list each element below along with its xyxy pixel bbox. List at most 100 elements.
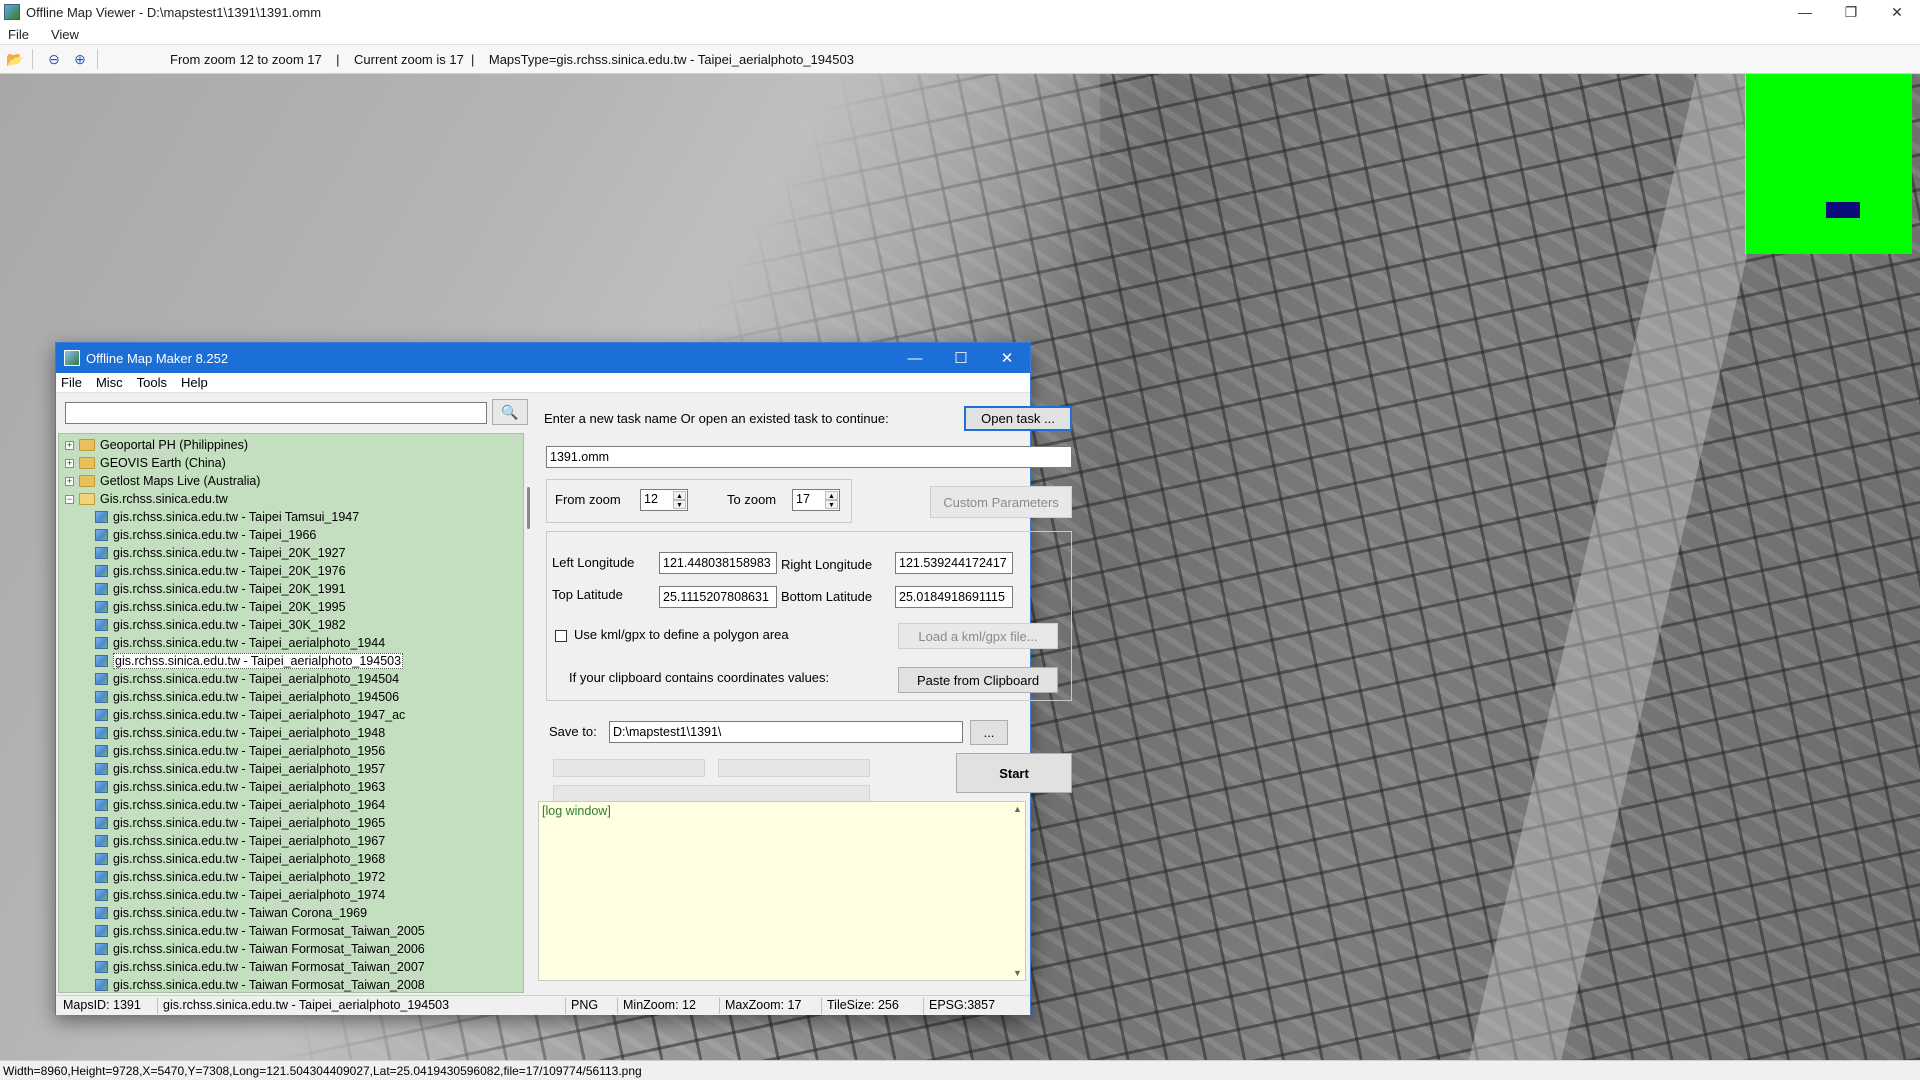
scroll-down-icon[interactable]: ▼ [1013,968,1022,978]
log-scrollbar[interactable]: ▲ ▼ [1011,802,1025,980]
tree-item[interactable]: gis.rchss.sinica.edu.tw - Taipei Tamsui_… [95,508,359,526]
tree-item[interactable]: gis.rchss.sinica.edu.tw - Taipei_aerialp… [95,670,399,688]
tree-folder-label: Geoportal PH (Philippines) [100,438,248,452]
search-input[interactable] [65,402,487,424]
map-layer-icon [95,889,108,901]
maximize-button[interactable]: ❐ [1828,0,1874,24]
map-layer-icon [95,781,108,793]
viewer-window-controls: — ❐ ✕ [1782,0,1920,24]
folder-open-icon[interactable]: 📂 [4,48,26,70]
custom-parameters-button[interactable]: Custom Parameters [930,486,1072,518]
dialog-close-button[interactable]: ✕ [984,343,1030,373]
map-layer-icon [95,691,108,703]
map-layer-icon [95,583,108,595]
tree-item[interactable]: gis.rchss.sinica.edu.tw - Taipei_1966 [95,526,316,544]
paste-from-clipboard-button[interactable]: Paste from Clipboard [898,667,1058,693]
tree-item[interactable]: gis.rchss.sinica.edu.tw - Taiwan Formosa… [95,940,425,958]
map-layer-icon [95,943,108,955]
left-longitude-input[interactable] [659,552,777,574]
tree-item[interactable]: gis.rchss.sinica.edu.tw - Taipei_aerialp… [95,760,385,778]
menu-view[interactable]: View [47,27,83,42]
tree-item[interactable]: gis.rchss.sinica.edu.tw - Taipei_aerialp… [95,814,385,832]
task-name-input[interactable] [546,446,1072,468]
tree-item[interactable]: gis.rchss.sinica.edu.tw - Taiwan Formosa… [95,958,425,976]
map-layer-icon [95,547,108,559]
tree-item[interactable]: gis.rchss.sinica.edu.tw - Taiwan Formosa… [95,922,425,940]
spin-down-icon[interactable]: ▼ [673,500,686,509]
tree-item[interactable]: gis.rchss.sinica.edu.tw - Taipei_20K_199… [95,580,346,598]
from-zoom-spinner[interactable]: 12 ▲ ▼ [640,489,688,511]
tree-item[interactable]: gis.rchss.sinica.edu.tw - Taipei_aerialp… [95,778,385,796]
map-source-tree[interactable]: + Geoportal PH (Philippines) + GEOVIS Ea… [58,433,524,993]
use-kml-label[interactable]: Use kml/gpx to define a polygon area [574,627,789,642]
collapse-icon[interactable]: − [65,494,74,504]
browse-button[interactable]: ... [970,720,1008,745]
tree-item[interactable]: gis.rchss.sinica.edu.tw - Taipei_20K_197… [95,562,346,580]
dialog-menu-misc[interactable]: Misc [96,375,123,390]
folder-icon [79,475,95,487]
dialog-menu-file[interactable]: File [61,375,82,390]
load-kml-button[interactable]: Load a kml/gpx file... [898,623,1058,649]
spin-up-icon[interactable]: ▲ [673,491,686,500]
tree-item[interactable]: gis.rchss.sinica.edu.tw - Taipei_20K_199… [95,598,346,616]
tree-item[interactable]: gis.rchss.sinica.edu.tw - Taipei_aerialp… [95,832,385,850]
viewer-title: Offline Map Viewer - D:\mapstest1\1391\1… [26,4,322,20]
tree-item[interactable]: gis.rchss.sinica.edu.tw - Taipei_aerialp… [95,886,385,904]
tree-item[interactable]: gis.rchss.sinica.edu.tw - Taipei_aerialp… [95,796,385,814]
tree-scrollbar-thumb[interactable] [527,487,530,529]
dialog-titlebar[interactable]: Offline Map Maker 8.252 — ☐ ✕ [56,343,1030,373]
tree-folder-gis-rchss[interactable]: − Gis.rchss.sinica.edu.tw [65,490,228,508]
viewer-statusbar: Width=8960,Height=9728,X=5470,Y=7308,Lon… [0,1060,1920,1080]
tree-item[interactable]: gis.rchss.sinica.edu.tw - Taipei_aerialp… [95,706,405,724]
use-kml-checkbox[interactable] [555,630,567,642]
tree-item[interactable]: gis.rchss.sinica.edu.tw - Taipei_20K_192… [95,544,346,562]
minimap[interactable] [1745,74,1912,254]
to-zoom-spinner[interactable]: 17 ▲ ▼ [792,489,840,511]
tree-item[interactable]: gis.rchss.sinica.edu.tw - Taipei_30K_198… [95,616,346,634]
expand-icon[interactable]: + [65,458,74,468]
tree-item[interactable]: gis.rchss.sinica.edu.tw - Taipei_aerialp… [95,742,385,760]
right-longitude-input[interactable] [895,552,1013,574]
tree-scrollbar[interactable] [526,433,532,993]
minimize-button[interactable]: — [1782,0,1828,24]
tree-folder-geovis-earth[interactable]: + GEOVIS Earth (China) [65,454,226,472]
open-task-button[interactable]: Open task ... [964,406,1072,431]
tree-item[interactable]: gis.rchss.sinica.edu.tw - Taipei_aerialp… [95,868,385,886]
minimap-viewport[interactable] [1826,202,1860,218]
tree-item-label: gis.rchss.sinica.edu.tw - Taipei_20K_192… [113,546,346,560]
dialog-menu-tools[interactable]: Tools [137,375,167,390]
dialog-maximize-button[interactable]: ☐ [938,343,984,373]
zoom-in-icon[interactable]: ⊕ [69,48,91,70]
expand-icon[interactable]: + [65,440,74,450]
tree-folder-getlost-maps[interactable]: + Getlost Maps Live (Australia) [65,472,260,490]
top-latitude-input[interactable] [659,586,777,608]
map-layer-icon [95,925,108,937]
bottom-latitude-input[interactable] [895,586,1013,608]
save-path-input[interactable] [609,721,963,743]
tree-item[interactable]: gis.rchss.sinica.edu.tw - Taiwan Formosa… [95,976,425,992]
spin-down-icon[interactable]: ▼ [825,500,838,509]
map-layer-icon [95,709,108,721]
scroll-up-icon[interactable]: ▲ [1013,804,1022,814]
tree-item-label: gis.rchss.sinica.edu.tw - Taipei_20K_197… [113,564,346,578]
tree-item[interactable]: gis.rchss.sinica.edu.tw - Taiwan Corona_… [95,904,367,922]
start-button[interactable]: Start [956,753,1072,793]
zoom-out-icon[interactable]: ⊖ [43,48,65,70]
map-layer-icon [95,601,108,613]
tree-item[interactable]: gis.rchss.sinica.edu.tw - Taipei_aerialp… [95,724,385,742]
spin-up-icon[interactable]: ▲ [825,491,838,500]
tree-item[interactable]: gis.rchss.sinica.edu.tw - Taipei_aerialp… [95,652,404,670]
tree-item[interactable]: gis.rchss.sinica.edu.tw - Taipei_aerialp… [95,634,385,652]
dialog-menu-help[interactable]: Help [181,375,208,390]
close-button[interactable]: ✕ [1874,0,1920,24]
search-button[interactable]: 🔍 [492,399,528,425]
expand-icon[interactable]: + [65,476,74,486]
tree-item[interactable]: gis.rchss.sinica.edu.tw - Taipei_aerialp… [95,688,399,706]
dialog-minimize-button[interactable]: — [892,343,938,373]
menu-file[interactable]: File [4,27,33,42]
log-window[interactable]: [log window] ▲ ▼ [538,801,1026,981]
tree-folder-geoportal-ph[interactable]: + Geoportal PH (Philippines) [65,436,248,454]
task-prompt-label: Enter a new task name Or open an existed… [544,411,889,426]
tree-item[interactable]: gis.rchss.sinica.edu.tw - Taipei_aerialp… [95,850,385,868]
to-zoom-value: 17 [796,492,810,506]
